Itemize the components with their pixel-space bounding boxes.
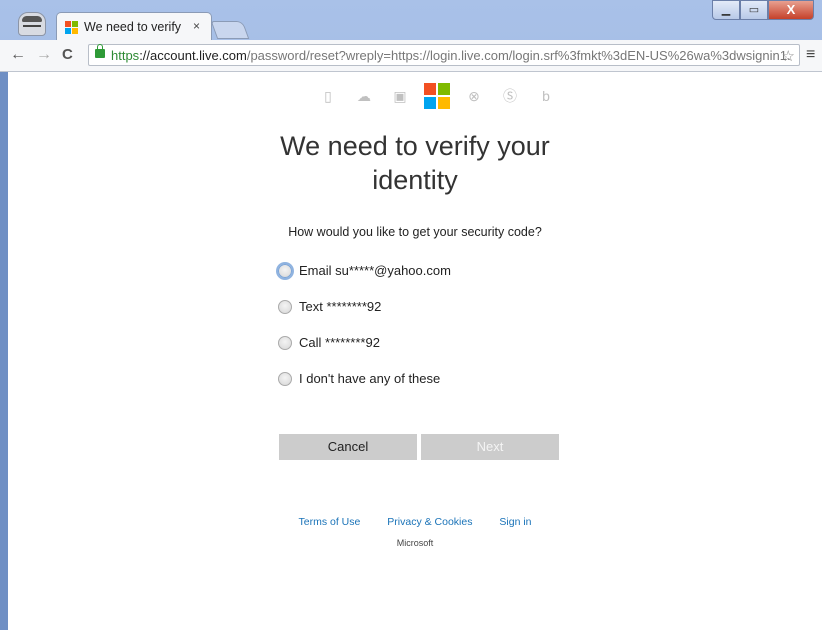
product-icons: ▯ ☁ ▣ ⊗ Ⓢ b <box>310 82 564 110</box>
tab-active[interactable]: We need to verify yo × <box>56 12 212 40</box>
close-window-button[interactable]: X <box>768 0 814 20</box>
option-email[interactable]: Email su*****@yahoo.com <box>278 263 451 278</box>
page-title: We need to verify your identity <box>280 131 550 195</box>
privacy-cookies-link[interactable]: Privacy & Cookies <box>387 516 472 528</box>
none-option-label[interactable]: I don't have any of these <box>299 371 440 386</box>
call-option-label[interactable]: Call ********92 <box>299 335 380 350</box>
email-option-label[interactable]: Email su*****@yahoo.com <box>299 263 451 278</box>
option-none[interactable]: I don't have any of these <box>278 371 440 386</box>
back-icon[interactable]: ← <box>10 46 26 64</box>
forward-icon[interactable]: → <box>36 46 52 64</box>
title-bar: We need to verify yo × ▁ ▭ X <box>0 0 822 40</box>
bing-icon: b <box>542 88 550 104</box>
maximize-button[interactable]: ▭ <box>740 0 768 20</box>
none-radio[interactable] <box>278 371 292 386</box>
url-text[interactable]: https://account.live.com/password/reset?… <box>111 48 791 63</box>
lock-icon <box>95 44 105 58</box>
address-bar[interactable]: https://account.live.com/password/reset?… <box>88 44 800 66</box>
browser-toolbar: ← → C https://account.live.com/password/… <box>0 40 822 72</box>
browser-window: We need to verify yo × ▁ ▭ X ← → C https… <box>0 0 822 630</box>
skype-icon: Ⓢ <box>503 88 517 104</box>
microsoft-favicon-icon <box>65 21 79 35</box>
call-radio[interactable] <box>278 335 292 350</box>
tab-title: We need to verify yo <box>84 20 184 34</box>
text-radio[interactable] <box>278 299 292 314</box>
email-radio[interactable] <box>278 263 292 278</box>
next-button[interactable]: Next <box>421 434 559 460</box>
office-icon: ▯ <box>324 88 332 104</box>
microsoft-logo-icon <box>424 83 450 109</box>
bookmark-star-icon[interactable]: ☆ <box>782 47 795 65</box>
xbox-icon: ⊗ <box>468 88 480 104</box>
security-code-question: How would you like to get your security … <box>288 225 542 239</box>
incognito-icon <box>18 12 46 36</box>
page-content: ▯ ☁ ▣ ⊗ Ⓢ b We need to verify your ident… <box>8 72 822 630</box>
text-option-label[interactable]: Text ********92 <box>299 299 381 314</box>
new-tab-button[interactable] <box>210 21 250 39</box>
terms-of-use-link[interactable]: Terms of Use <box>298 516 360 528</box>
sign-in-link[interactable]: Sign in <box>499 516 531 528</box>
chrome-menu-icon[interactable]: ≡ <box>806 46 815 64</box>
reload-icon[interactable]: C <box>62 46 73 63</box>
outlook-icon: ▣ <box>393 88 407 104</box>
option-text[interactable]: Text ********92 <box>278 299 381 314</box>
onedrive-icon: ☁ <box>357 88 371 104</box>
footer-links: Terms of Use Privacy & Cookies Sign in <box>8 516 822 528</box>
option-call[interactable]: Call ********92 <box>278 335 380 350</box>
window-border <box>0 72 8 630</box>
minimize-button[interactable]: ▁ <box>712 0 740 20</box>
cancel-button[interactable]: Cancel <box>279 434 417 460</box>
microsoft-footer-brand: Microsoft <box>396 538 434 548</box>
tab-close-icon[interactable]: × <box>193 19 200 33</box>
window-controls: ▁ ▭ X <box>712 0 814 20</box>
